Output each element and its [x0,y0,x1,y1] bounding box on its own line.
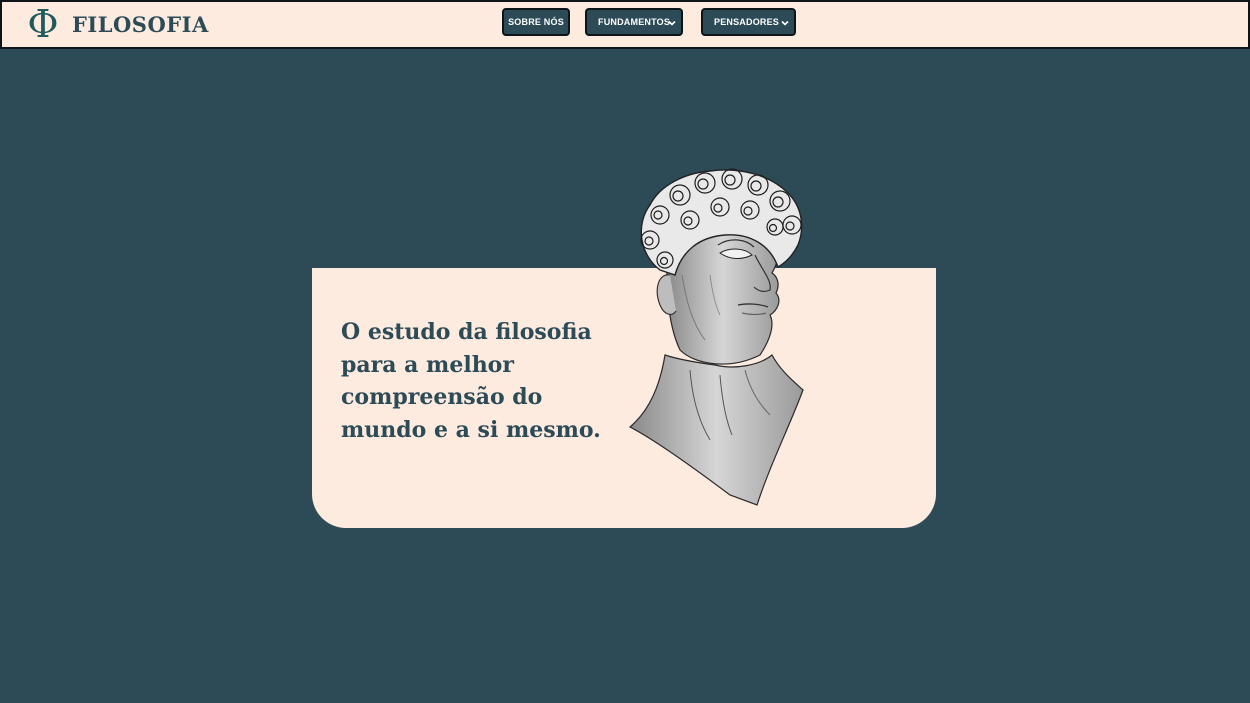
site-title: FILOSOFIA [72,12,209,37]
phi-logo-icon: Φ [27,2,59,46]
nav-label: SOBRE NÓS [508,17,564,27]
nav-dropdown-fundamentos[interactable]: FUNDAMENTOS [585,8,683,36]
nav-label: PENSADORES [714,17,780,27]
greek-bust-sketch-icon [628,168,804,506]
nav-dropdown-pensadores[interactable]: PENSADORES [701,8,796,36]
nav-button-sobre-nos[interactable]: SOBRE NÓS [502,8,570,36]
site-logo[interactable]: Φ FILOSOFIA [22,2,209,47]
nav-label: FUNDAMENTOS [598,17,671,27]
chevron-down-icon [668,20,676,26]
hero-headline: O estudo da filosofia para a melhor comp… [341,319,601,443]
chevron-down-icon [781,20,789,26]
